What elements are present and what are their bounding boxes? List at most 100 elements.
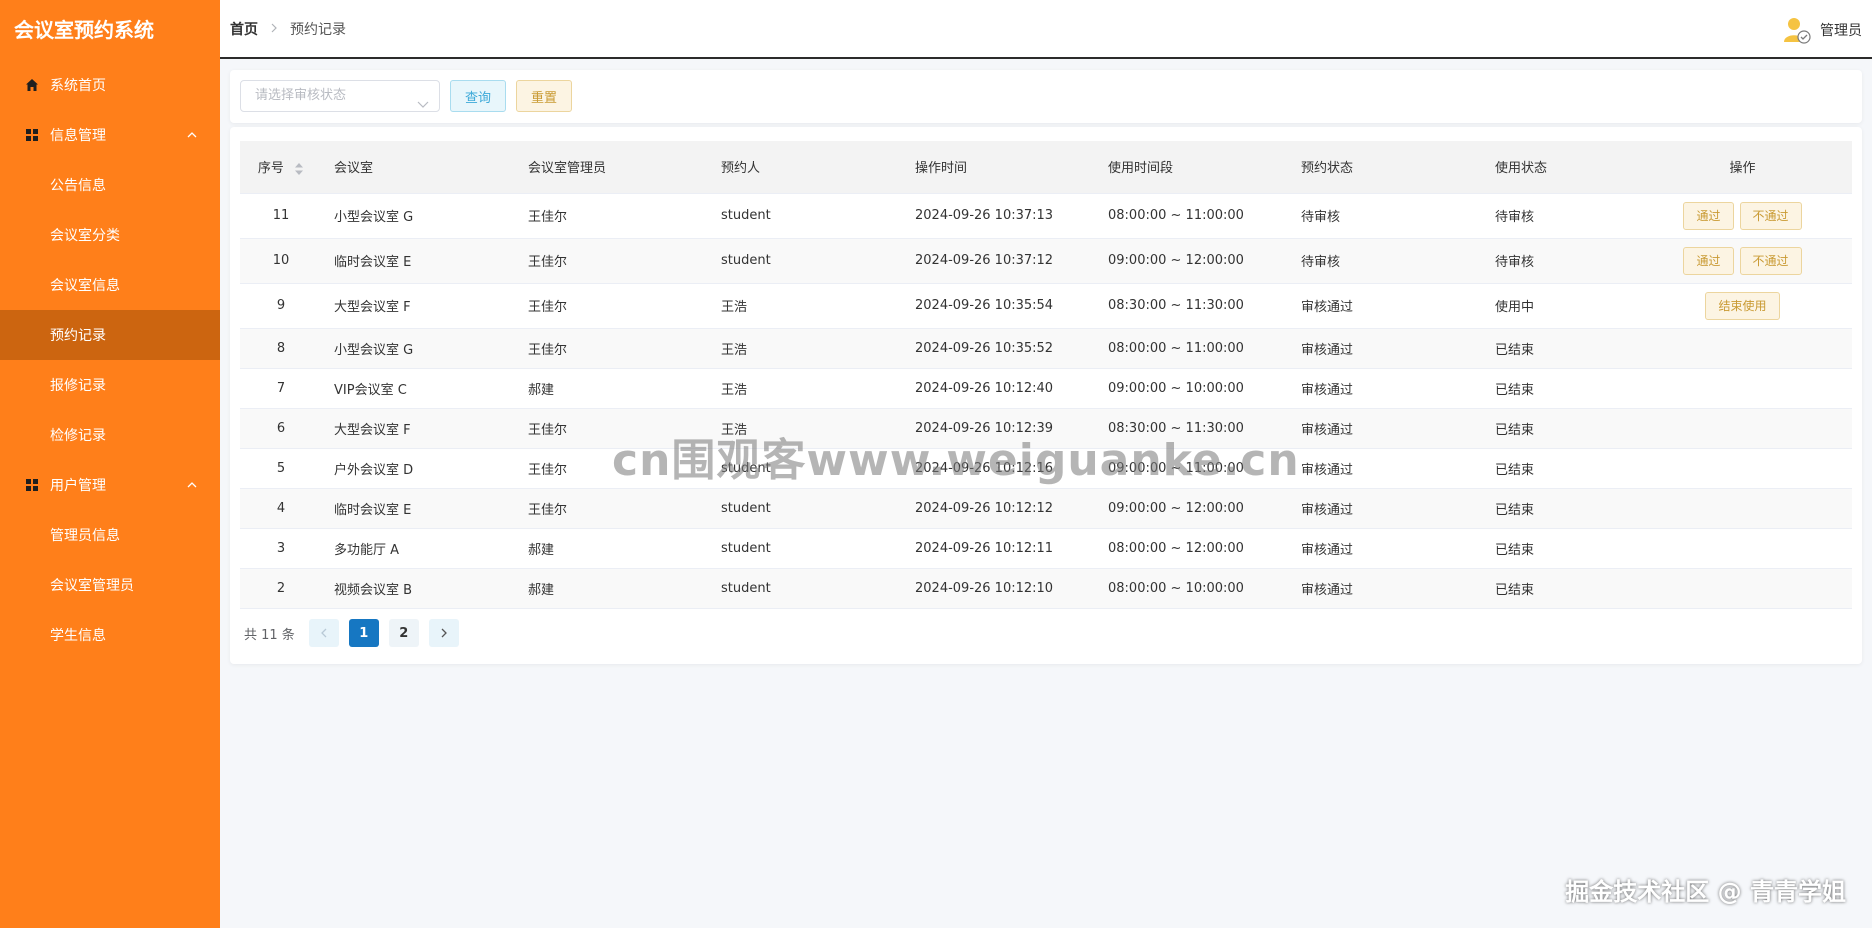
cell-op-time: 2024-09-26 10:12:16: [903, 448, 1096, 489]
user-menu[interactable]: 管理员: [1780, 14, 1862, 46]
cell-index: 4: [240, 488, 322, 529]
reject-button[interactable]: 不通过: [1739, 201, 1802, 230]
cell-use-status: 已结束: [1483, 328, 1633, 369]
chevron-up-icon: [186, 129, 198, 141]
approve-button[interactable]: 通过: [1683, 201, 1734, 230]
pagination-page-2[interactable]: 2: [388, 619, 419, 647]
column-header-actions: 操作: [1633, 141, 1852, 194]
cell-booker: 王浩: [709, 408, 903, 449]
chevron-down-icon: [417, 91, 429, 108]
table-row: 8 小型会议室 G 王佳尔 王浩 2024-09-26 10:35:52 08:00:00…: [240, 328, 1852, 369]
sidebar-item-label: 系统首页: [50, 78, 106, 94]
cell-manager: 郝建: [516, 368, 709, 409]
column-header-status: 预约状态: [1289, 141, 1483, 194]
cell-manager: 王佳尔: [516, 488, 709, 529]
cell-room: 视频会议室 B: [322, 568, 516, 609]
home-icon: [24, 77, 40, 93]
cell-period: 08:30:00 ~ 11:30:00: [1096, 283, 1289, 329]
cell-index: 2: [240, 568, 322, 609]
sidebar-item-label: 检修记录: [50, 428, 106, 444]
sidebar-group-users[interactable]: 用户管理: [0, 460, 220, 510]
cell-use-status: 已结束: [1483, 408, 1633, 449]
sidebar-item-home[interactable]: 系统首页: [0, 60, 220, 110]
sidebar-item-repairs[interactable]: 报修记录: [0, 360, 220, 410]
breadcrumb-current: 预约记录: [290, 21, 346, 38]
cell-op-time: 2024-09-26 10:12:11: [903, 528, 1096, 569]
cell-period: 09:00:00 ~ 12:00:00: [1096, 238, 1289, 284]
cell-op-time: 2024-09-26 10:35:54: [903, 283, 1096, 329]
cell-room: 多功能厅 A: [322, 528, 516, 569]
table-row: 9 大型会议室 F 王佳尔 王浩 2024-09-26 10:35:54 08:30:00…: [240, 283, 1852, 329]
reset-button[interactable]: 重置: [516, 80, 572, 112]
query-button[interactable]: 查询: [450, 80, 506, 112]
sidebar-item-label: 会议室管理员: [50, 578, 134, 594]
search-panel: 请选择审核状态 查询 重置: [230, 70, 1862, 123]
table-header-row: 序号 会议室 会议室管理员 预约人 操作时间 使用时间段 预约状态 使用状态 操…: [240, 141, 1852, 194]
column-header-booker: 预约人: [709, 141, 903, 194]
column-header-op-time: 操作时间: [903, 141, 1096, 194]
sidebar-item-room-managers[interactable]: 会议室管理员: [0, 560, 220, 610]
cell-period: 08:00:00 ~ 11:00:00: [1096, 328, 1289, 369]
cell-actions: [1633, 448, 1852, 489]
sidebar-item-bookings[interactable]: 预约记录: [0, 310, 220, 360]
cell-use-status: 已结束: [1483, 448, 1633, 489]
sidebar-item-label: 会议室分类: [50, 228, 120, 244]
cell-op-time: 2024-09-26 10:37:13: [903, 193, 1096, 239]
cell-period: 08:00:00 ~ 11:00:00: [1096, 193, 1289, 239]
pagination-prev-button[interactable]: [308, 619, 339, 647]
end-use-button[interactable]: 结束使用: [1705, 291, 1780, 320]
sort-icon[interactable]: [294, 162, 304, 176]
cell-index: 9: [240, 283, 322, 329]
cell-use-status: 已结束: [1483, 528, 1633, 569]
cell-room: VIP会议室 C: [322, 368, 516, 409]
cell-booker: student: [709, 448, 903, 489]
cell-booker: student: [709, 568, 903, 609]
cell-op-time: 2024-09-26 10:37:12: [903, 238, 1096, 284]
audit-status-select[interactable]: 请选择审核状态: [240, 80, 440, 112]
sidebar-item-admins[interactable]: 管理员信息: [0, 510, 220, 560]
approve-button[interactable]: 通过: [1683, 246, 1734, 275]
cell-room: 小型会议室 G: [322, 193, 516, 239]
cell-index: 5: [240, 448, 322, 489]
chevron-up-icon: [186, 479, 198, 491]
cell-status: 审核通过: [1289, 283, 1483, 329]
breadcrumb-home[interactable]: 首页: [230, 19, 258, 39]
header: 首页 预约记录 管理员: [220, 0, 1872, 59]
cell-period: 08:00:00 ~ 12:00:00: [1096, 528, 1289, 569]
reject-button[interactable]: 不通过: [1739, 246, 1802, 275]
sidebar-item-notice[interactable]: 公告信息: [0, 160, 220, 210]
cell-booker: 王浩: [709, 328, 903, 369]
cell-manager: 郝建: [516, 528, 709, 569]
chevron-right-icon: [270, 22, 278, 36]
cell-status: 审核通过: [1289, 368, 1483, 409]
sidebar-item-room-info[interactable]: 会议室信息: [0, 260, 220, 310]
cell-booker: 王浩: [709, 283, 903, 329]
pagination-page-1[interactable]: 1: [348, 619, 379, 647]
avatar-icon: [1780, 14, 1812, 46]
cell-manager: 王佳尔: [516, 193, 709, 239]
cell-room: 临时会议室 E: [322, 238, 516, 284]
sidebar-item-students[interactable]: 学生信息: [0, 610, 220, 660]
cell-index: 7: [240, 368, 322, 409]
cell-actions: 通过 不通过: [1633, 238, 1852, 284]
sidebar-item-inspections[interactable]: 检修记录: [0, 410, 220, 460]
cell-actions: [1633, 368, 1852, 409]
table-row: 6 大型会议室 F 王佳尔 王浩 2024-09-26 10:12:39 08:30:00…: [240, 408, 1852, 449]
pagination-total: 共 11 条: [244, 627, 295, 643]
cell-booker: student: [709, 238, 903, 284]
cell-room: 户外会议室 D: [322, 448, 516, 489]
sidebar-item-label: 会议室信息: [50, 278, 120, 294]
sidebar-group-info[interactable]: 信息管理: [0, 110, 220, 160]
cell-use-status: 已结束: [1483, 488, 1633, 529]
cell-status: 审核通过: [1289, 568, 1483, 609]
table-row: 10 临时会议室 E 王佳尔 student 2024-09-26 10:37:12 09…: [240, 238, 1852, 284]
column-header-index[interactable]: 序号: [240, 141, 322, 194]
cell-actions: [1633, 408, 1852, 449]
cell-period: 08:00:00 ~ 10:00:00: [1096, 568, 1289, 609]
pagination-next-button[interactable]: [428, 619, 459, 647]
cell-actions: [1633, 328, 1852, 369]
sidebar-group-label: 信息管理: [50, 128, 106, 144]
cell-period: 09:00:00 ~ 12:00:00: [1096, 488, 1289, 529]
table-row: 5 户外会议室 D 王佳尔 student 2024-09-26 10:12:16 09:…: [240, 448, 1852, 489]
sidebar-item-room-category[interactable]: 会议室分类: [0, 210, 220, 260]
